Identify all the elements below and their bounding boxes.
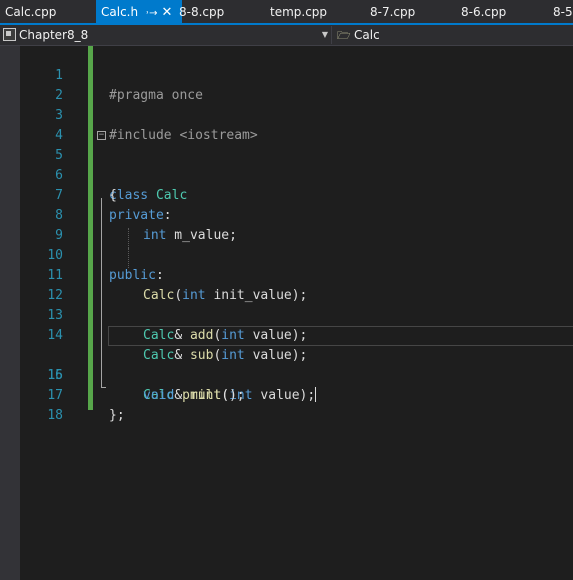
project-name: Chapter8_8 [19,28,89,42]
code-line: 17 }; [0,366,573,423]
document-tab-strip: Calc.cpp Calc.h ˒→ ✕ 8-8.cpp temp.cpp 8-7.… [0,0,573,25]
code-line: 16 void print(); [0,346,573,403]
tab-label: 8-6.cpp [461,5,507,19]
code-line: 13 Calc& add(int value); [0,286,573,343]
line-number: 18 [47,408,63,423]
code-line: 11 Calc(int init_value); [0,246,573,303]
close-icon[interactable]: ✕ [162,5,173,20]
code-line: 12 [0,266,573,303]
tab-label: 8-5 [553,5,573,19]
tab-label: temp.cpp [270,5,328,19]
navigation-bar: Chapter8_8 ▼ 🗁 Calc [0,25,573,46]
code-line: 14 Calc& sub(int value); [0,306,573,363]
project-icon [3,28,16,41]
code-line-current: 15 Calc& mult(int value); [0,326,573,403]
tab-8-6-cpp[interactable]: 8-6.cpp [456,0,511,23]
code-line: 9 [0,206,573,243]
code-line: 2 [0,66,573,103]
tab-calc-cpp[interactable]: Calc.cpp [0,0,61,23]
line-code: }; [109,406,125,426]
code-line: 5 − class Calc [0,126,573,204]
pin-icon[interactable]: ˒→ [146,8,157,19]
code-line: 10 public: [0,226,573,283]
tab-8-5[interactable]: 8-5 [548,0,573,23]
code-line: 1 #pragma once [0,46,573,103]
tab-label: Calc.cpp [5,5,57,19]
code-line: 6 { [0,146,573,203]
tab-8-7-cpp[interactable]: 8-7.cpp [365,0,420,23]
tab-temp-cpp[interactable]: temp.cpp [265,0,332,23]
tab-label: 8-7.cpp [370,5,416,19]
code-line: 7 private: [0,166,573,223]
code-line: 8 int m_value; [0,186,573,243]
code-line: 3 #include <iostream> [0,86,573,143]
tab-label: Calc.h [101,5,139,19]
tab-label: 8-8.cpp [179,5,225,19]
tab-calc-h[interactable]: Calc.h ˒→ ✕ [96,0,182,23]
chevron-down-icon[interactable]: ▼ [322,26,328,44]
tab-8-8-cpp[interactable]: 8-8.cpp [174,0,229,23]
code-line: 18 [0,386,573,423]
code-line: 4 [0,106,573,143]
class-icon: 🗁 [337,29,351,42]
current-line-highlight [108,326,573,346]
code-editor[interactable]: 1 #pragma once 2 3 #include <iostream> 4… [0,46,573,580]
punctuation: }; [109,408,125,423]
scope-name: Calc [354,28,380,42]
project-dropdown[interactable]: Chapter8_8 ▼ [0,26,332,44]
collapse-icon[interactable]: − [97,131,106,140]
scope-dropdown[interactable]: 🗁 Calc [333,26,573,44]
